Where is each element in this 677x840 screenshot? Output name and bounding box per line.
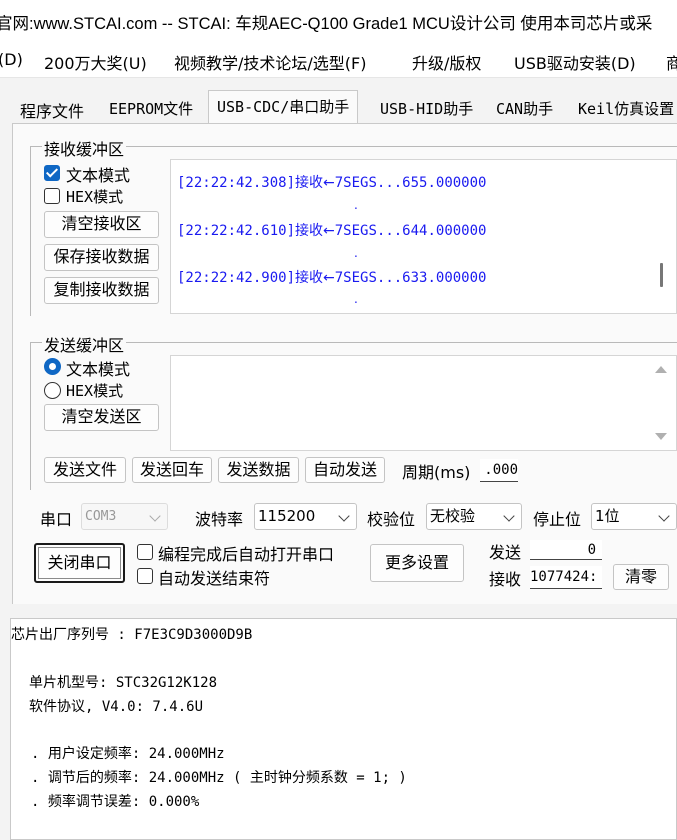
parity-select[interactable]: 无校验	[426, 503, 522, 530]
sent-count-label: 发送	[489, 543, 522, 562]
sent-count-value: 0	[530, 540, 602, 560]
receive-text-mode-checkbox[interactable]	[44, 165, 60, 181]
baud-label: 波特率	[195, 510, 244, 529]
send-data-button[interactable]: 发送数据	[218, 457, 299, 483]
chevron-down-icon	[503, 510, 515, 522]
clear-send-button[interactable]: 清空发送区	[44, 404, 159, 431]
send-group-border	[30, 342, 31, 490]
chevron-down-icon	[338, 510, 350, 522]
window-title: 官网:www.STCAI.com -- STCAI: 车规AEC-Q100 Gr…	[0, 15, 653, 33]
receive-hex-mode-checkbox[interactable]	[44, 188, 60, 204]
tab-can[interactable]: CAN助手	[496, 96, 553, 122]
receive-line: [22:22:42.308]接收←7SEGS...655.000000	[177, 175, 487, 191]
receive-dot: .	[354, 198, 358, 212]
clear-receive-button[interactable]: 清空接收区	[44, 211, 159, 238]
reset-count-button[interactable]: 清零	[613, 564, 669, 590]
receive-text-mode-label: 文本模式	[66, 166, 131, 185]
receive-scrollbar-thumb[interactable]	[660, 263, 663, 287]
adjusted-frequency: . 调节后的频率: 24.000MHz ( 主时钟分频系数 = 1; )	[31, 770, 407, 786]
send-text-area[interactable]	[170, 355, 677, 451]
menu-item-usb-driver[interactable]: USB驱动安装(D)	[514, 50, 636, 74]
send-enter-button[interactable]: 发送回车	[132, 457, 212, 483]
tab-usb-hid[interactable]: USB-HID助手	[380, 96, 473, 122]
stop-bits-label: 停止位	[533, 510, 582, 529]
send-hex-mode-label: HEX模式	[66, 382, 124, 400]
receive-group-label: 接收缓冲区	[42, 136, 127, 160]
receive-line: [22:22:42.610]接收←7SEGS...644.000000	[177, 223, 487, 239]
user-frequency: . 用户设定频率: 24.000MHz	[31, 746, 225, 762]
frequency-error: . 频率调节误差: 0.000%	[31, 794, 200, 810]
send-hex-mode-radio[interactable]	[44, 382, 61, 399]
copy-receive-button[interactable]: 复制接收数据	[44, 277, 159, 304]
scroll-down-icon[interactable]	[655, 433, 667, 440]
auto-open-port-checkbox[interactable]	[137, 544, 153, 560]
receive-group-border	[30, 146, 31, 316]
auto-open-port-label: 编程完成后自动打开串口	[158, 545, 335, 564]
receive-dot: .	[354, 292, 358, 306]
tab-keil[interactable]: Keil仿真设置	[578, 96, 674, 122]
tab-usb-cdc[interactable]: USB-CDC/串口助手	[208, 90, 359, 124]
auto-send-end-label: 自动发送结束符	[158, 569, 271, 588]
auto-send-button[interactable]: 自动发送	[305, 457, 385, 483]
port-select[interactable]: COM3	[81, 503, 168, 530]
receive-line: [22:22:42.900]接收←7SEGS...633.000000	[177, 270, 487, 286]
scroll-up-icon[interactable]	[655, 366, 667, 373]
parity-label: 校验位	[367, 510, 416, 529]
chip-serial-number: 芯片出厂序列号 : F7E3C9D3000D9B	[11, 627, 253, 643]
window-title-bar: 官网:www.STCAI.com -- STCAI: 车规AEC-Q100 Gr…	[0, 0, 677, 44]
port-label: 串口	[40, 510, 73, 529]
period-label: 周期(ms)	[402, 463, 471, 482]
send-text-mode-label: 文本模式	[66, 360, 131, 379]
send-file-button[interactable]: 发送文件	[44, 457, 126, 483]
menu-item-upgrade[interactable]: 升级/版权	[412, 50, 481, 74]
auto-send-end-checkbox[interactable]	[137, 568, 153, 584]
close-port-button[interactable]: 关闭串口	[34, 543, 125, 583]
protocol-version: 软件协议, V4.0: 7.4.6U	[29, 699, 204, 715]
receive-dot: .	[354, 246, 358, 260]
receive-hex-mode-label: HEX模式	[66, 188, 124, 206]
period-input[interactable]: .000	[480, 459, 518, 482]
menu-item-prize[interactable]: 200万大奖(U)	[44, 50, 147, 74]
save-receive-button[interactable]: 保存接收数据	[44, 244, 159, 271]
baud-select[interactable]: 115200	[254, 503, 357, 530]
chevron-down-icon	[658, 510, 670, 522]
send-text-mode-radio[interactable]	[44, 358, 61, 375]
send-group-line	[30, 342, 677, 343]
mcu-model: 单片机型号: STC32G12K128	[29, 675, 218, 691]
menu-item-more[interactable]: 商	[666, 50, 677, 74]
menu-item-video[interactable]: 视频教学/技术论坛/选型(F)	[174, 50, 366, 74]
tab-eeprom-file[interactable]: EEPROM文件	[109, 96, 193, 122]
received-count-label: 接收	[489, 570, 522, 589]
tab-program-file[interactable]: 程序文件	[20, 96, 84, 122]
more-settings-button[interactable]: 更多设置	[370, 544, 464, 582]
received-count-value: 1077424:	[530, 566, 602, 589]
menu-item-d[interactable]: (D)	[0, 50, 23, 69]
receive-group-line	[30, 146, 677, 147]
chevron-down-icon	[149, 510, 161, 522]
stop-bits-select[interactable]: 1位	[591, 503, 677, 530]
menu-bar: (D) 200万大奖(U) 视频教学/技术论坛/选型(F) 升级/版权 USB驱…	[0, 44, 677, 78]
send-group-label: 发送缓冲区	[42, 332, 127, 356]
receive-text-area[interactable]: [22:22:42.308]接收←7SEGS...655.000000 . [2…	[170, 159, 677, 314]
